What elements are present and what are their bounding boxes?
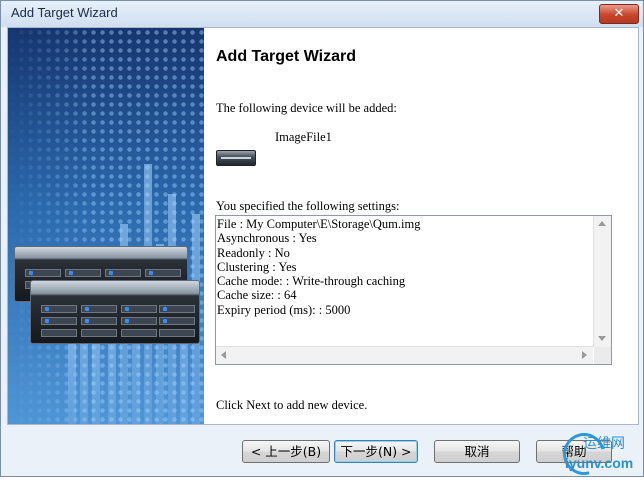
scroll-left-icon[interactable] xyxy=(221,351,226,359)
back-button[interactable]: < 上一步(B) xyxy=(242,440,330,463)
wizard-body: Add Target Wizard The following device w… xyxy=(7,27,639,425)
site-watermark: 运维网 iyunv.com xyxy=(555,425,643,483)
cancel-button[interactable]: 取消 xyxy=(434,440,520,463)
setting-line: Cache size: : 64 xyxy=(217,288,297,303)
scrollbar-corner xyxy=(594,347,611,364)
next-button[interactable]: 下一步(N) > xyxy=(334,440,418,463)
device-name: ImageFile1 xyxy=(275,130,332,144)
settings-textbox[interactable]: File : My Computer\E\Storage\Qum.img Asy… xyxy=(215,215,612,365)
server-rack-front xyxy=(30,280,200,344)
watermark-text-url: iyunv.com xyxy=(565,455,634,471)
window-title: Add Target Wizard xyxy=(11,5,118,20)
watermark-text-cn: 运维网 xyxy=(583,436,625,452)
footer-hint: Click Next to add new device. xyxy=(216,398,368,412)
setting-line: Clustering : Yes xyxy=(217,259,297,274)
setting-line: Readonly : No xyxy=(217,245,290,260)
intro-text: The following device will be added: xyxy=(216,101,397,115)
scroll-down-icon[interactable] xyxy=(598,336,606,341)
wizard-content: Add Target Wizard The following device w… xyxy=(204,28,638,424)
vertical-scrollbar[interactable] xyxy=(593,216,611,347)
setting-line: Asynchronous : Yes xyxy=(217,231,317,246)
close-button[interactable]: ✕ xyxy=(599,4,639,24)
horizontal-scrollbar[interactable] xyxy=(216,346,593,364)
setting-line: Cache mode: : Write-through caching xyxy=(217,274,406,289)
banner-image xyxy=(8,28,204,424)
setting-line: File : My Computer\E\Storage\Qum.img xyxy=(217,217,421,231)
scroll-right-icon[interactable] xyxy=(582,351,587,359)
server-device-icon xyxy=(216,150,256,166)
settings-lines: File : My Computer\E\Storage\Qum.img Asy… xyxy=(217,217,420,317)
page-heading: Add Target Wizard xyxy=(216,48,357,65)
scroll-up-icon[interactable] xyxy=(598,221,606,226)
close-icon: ✕ xyxy=(613,6,625,21)
setting-line: Expiry period (ms): : 5000 xyxy=(217,302,351,317)
title-bar[interactable]: Add Target Wizard ✕ xyxy=(1,1,643,27)
wizard-window: Add Target Wizard ✕ Add Target Wizard Th… xyxy=(0,0,644,483)
settings-label: You specified the following settings: xyxy=(216,199,400,213)
